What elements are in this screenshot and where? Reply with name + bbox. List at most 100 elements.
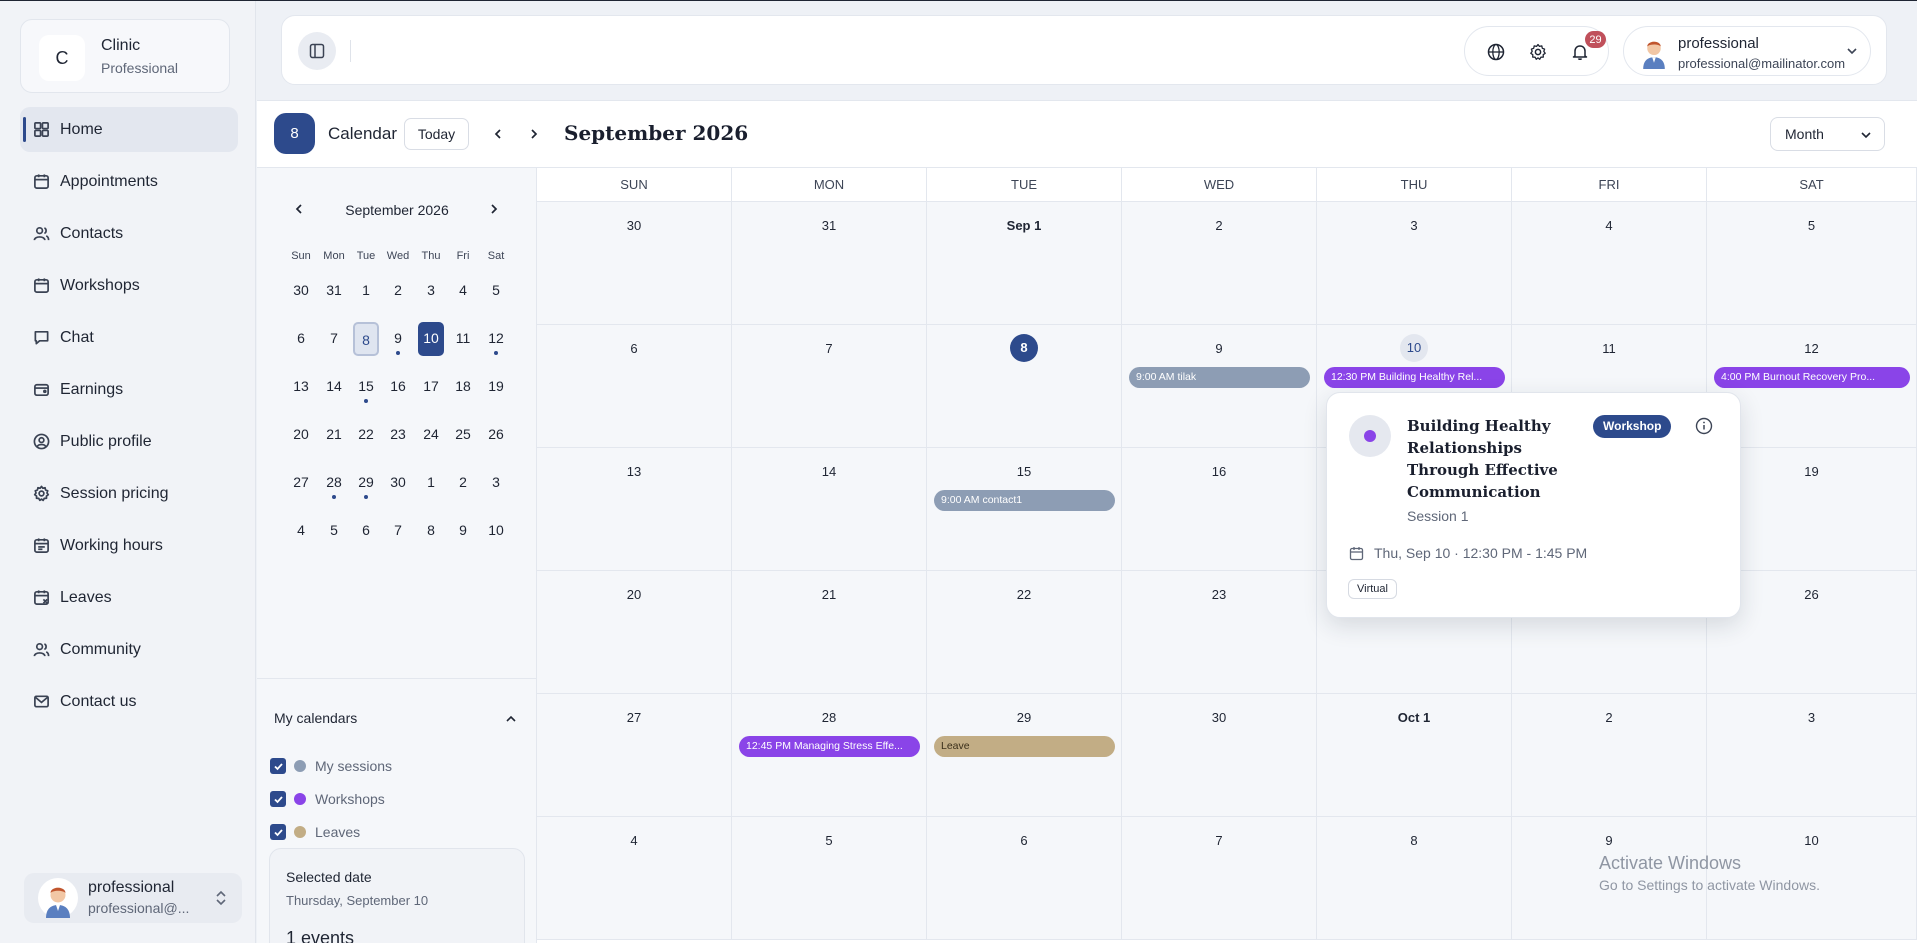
sidebar-item-workshops[interactable]: Workshops <box>20 263 238 308</box>
sidebar-item-home[interactable]: Home <box>20 107 238 152</box>
day-cell[interactable]: 6 <box>927 817 1122 940</box>
day-cell[interactable]: 4 <box>537 817 732 940</box>
sidebar-item-public-profile[interactable]: Public profile <box>20 419 238 464</box>
mini-next-month-button[interactable] <box>488 202 500 220</box>
sidebar-item-session-pricing[interactable]: Session pricing <box>20 471 238 516</box>
sidebar-item-leaves[interactable]: Leaves <box>20 575 238 620</box>
day-cell[interactable]: 23 <box>1122 571 1317 694</box>
calendar-toggle-leaves[interactable]: Leaves <box>270 823 360 841</box>
day-cell[interactable]: 2 <box>1122 202 1317 325</box>
my-calendars-collapse-button[interactable] <box>505 712 517 730</box>
day-cell[interactable]: 13 <box>537 448 732 571</box>
day-cell[interactable]: 16 <box>1122 448 1317 571</box>
day-cell[interactable]: 2 <box>1512 694 1707 817</box>
next-month-button[interactable] <box>525 125 543 143</box>
event-chip-workshop[interactable]: 12:30 PM Building Healthy Rel... <box>1324 367 1505 388</box>
mini-calendar-day[interactable]: 5 <box>483 274 509 308</box>
mini-calendar-day[interactable]: 18 <box>450 370 476 404</box>
day-cell[interactable]: 7 <box>732 325 927 448</box>
day-cell[interactable]: 8 <box>927 325 1122 448</box>
day-cell[interactable]: Sep 1 <box>927 202 1122 325</box>
mini-calendar-day[interactable]: 12 <box>483 322 509 356</box>
mini-calendar-day[interactable]: 6 <box>353 514 379 548</box>
event-chip-workshop[interactable]: 4:00 PM Burnout Recovery Pro... <box>1714 367 1910 388</box>
sidebar-item-contact-us[interactable]: Contact us <box>20 679 238 724</box>
day-cell[interactable]: 3 <box>1707 694 1917 817</box>
mini-calendar-day[interactable]: 31 <box>321 274 347 308</box>
mini-calendar-day[interactable]: 7 <box>321 322 347 356</box>
mini-calendar-day[interactable]: 22 <box>353 418 379 452</box>
checkbox-checked[interactable] <box>270 791 286 807</box>
day-cell[interactable]: 22 <box>927 571 1122 694</box>
view-select[interactable]: Month <box>1770 117 1885 151</box>
mini-calendar-day[interactable]: 3 <box>483 466 509 500</box>
checkbox-checked[interactable] <box>270 758 286 774</box>
mini-calendar-day[interactable]: 14 <box>321 370 347 404</box>
mini-calendar-day[interactable]: 8 <box>353 322 379 356</box>
day-cell[interactable]: 15 9:00 AM contact1 <box>927 448 1122 571</box>
day-cell[interactable]: 7 <box>1122 817 1317 940</box>
mini-calendar-day[interactable]: 4 <box>288 514 314 548</box>
clinic-switcher[interactable]: C Clinic Professional <box>20 19 230 93</box>
day-cell[interactable]: 6 <box>537 325 732 448</box>
day-cell[interactable]: 5 <box>1707 202 1917 325</box>
sidebar-item-contacts[interactable]: Contacts <box>20 211 238 256</box>
previous-month-button[interactable] <box>489 125 507 143</box>
mini-calendar-day[interactable]: 8 <box>418 514 444 548</box>
mini-calendar-day[interactable]: 28 <box>321 466 347 500</box>
mini-calendar-day[interactable]: 1 <box>418 466 444 500</box>
sidebar-user-menu[interactable]: professional professional@... <box>24 873 242 923</box>
mini-calendar-day[interactable]: 1 <box>353 274 379 308</box>
day-cell[interactable]: 30 <box>1122 694 1317 817</box>
mini-calendar-day[interactable]: 23 <box>385 418 411 452</box>
mini-calendar-day[interactable]: 24 <box>418 418 444 452</box>
day-cell[interactable]: 14 <box>732 448 927 571</box>
mini-calendar-day[interactable]: 29 <box>353 466 379 500</box>
day-cell[interactable]: 8 <box>1317 817 1512 940</box>
event-chip-session[interactable]: 9:00 AM tilak <box>1129 367 1310 388</box>
checkbox-checked[interactable] <box>270 824 286 840</box>
mini-calendar-day[interactable]: 27 <box>288 466 314 500</box>
mini-calendar-day[interactable]: 2 <box>450 466 476 500</box>
calendar-toggle-my-sessions[interactable]: My sessions <box>270 757 392 775</box>
mini-calendar-day[interactable]: 2 <box>385 274 411 308</box>
event-chip-session[interactable]: 9:00 AM contact1 <box>934 490 1115 511</box>
day-cell[interactable]: 27 <box>537 694 732 817</box>
mini-calendar-day[interactable]: 15 <box>353 370 379 404</box>
sidebar-item-working-hours[interactable]: Working hours <box>20 523 238 568</box>
settings-button[interactable] <box>1527 41 1549 63</box>
mini-calendar-day[interactable]: 25 <box>450 418 476 452</box>
day-cell[interactable]: 5 <box>732 817 927 940</box>
day-cell[interactable]: 30 <box>537 202 732 325</box>
profile-menu[interactable]: professional professional@mailinator.com <box>1623 26 1871 76</box>
mini-calendar-day[interactable]: 16 <box>385 370 411 404</box>
day-cell[interactable]: 9 9:00 AM tilak <box>1122 325 1317 448</box>
sidebar-item-chat[interactable]: Chat <box>20 315 238 360</box>
mini-calendar-day[interactable]: 11 <box>450 322 476 356</box>
mini-calendar-day[interactable]: 4 <box>450 274 476 308</box>
language-button[interactable] <box>1485 41 1507 63</box>
mini-calendar-day[interactable]: 10 <box>418 322 444 356</box>
mini-calendar-day[interactable]: 10 <box>483 514 509 548</box>
mini-calendar-day[interactable]: 6 <box>288 322 314 356</box>
mini-calendar-day[interactable]: 13 <box>288 370 314 404</box>
day-cell[interactable]: 31 <box>732 202 927 325</box>
event-chip-workshop[interactable]: 12:45 PM Managing Stress Effe... <box>739 736 920 757</box>
sidebar-item-appointments[interactable]: Appointments <box>20 159 238 204</box>
day-cell[interactable]: Oct 1 <box>1317 694 1512 817</box>
calendar-toggle-workshops[interactable]: Workshops <box>270 790 385 808</box>
day-cell[interactable]: 21 <box>732 571 927 694</box>
today-button[interactable]: Today <box>404 118 469 150</box>
mini-calendar-day[interactable]: 26 <box>483 418 509 452</box>
day-cell[interactable]: 4 <box>1512 202 1707 325</box>
mini-calendar-day[interactable]: 19 <box>483 370 509 404</box>
day-cell[interactable]: 3 <box>1317 202 1512 325</box>
mini-calendar-day[interactable]: 9 <box>385 322 411 356</box>
day-cell[interactable]: 28 12:45 PM Managing Stress Effe... <box>732 694 927 817</box>
mini-calendar-day[interactable]: 9 <box>450 514 476 548</box>
mini-calendar-day[interactable]: 17 <box>418 370 444 404</box>
sidebar-toggle-button[interactable] <box>298 32 336 70</box>
mini-calendar-day[interactable]: 7 <box>385 514 411 548</box>
event-info-button[interactable] <box>1695 417 1713 440</box>
mini-calendar-day[interactable]: 20 <box>288 418 314 452</box>
